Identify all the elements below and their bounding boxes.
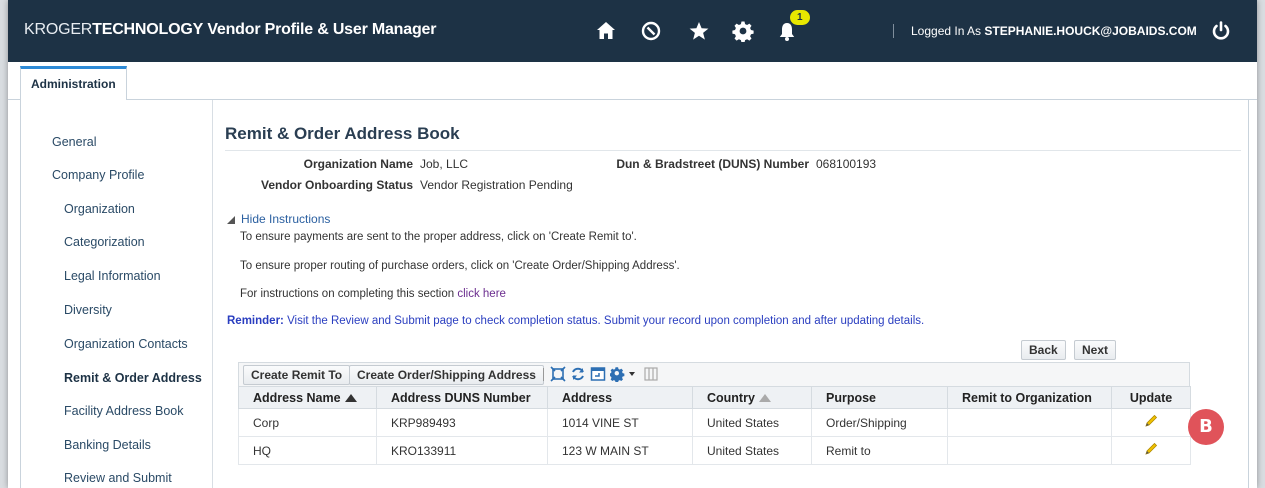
refresh-icon[interactable] (570, 366, 586, 382)
sort-ascending-icon[interactable] (758, 394, 771, 403)
pencil-icon[interactable] (1143, 413, 1159, 432)
cell-update (1111, 436, 1191, 465)
column-header-purpose[interactable]: Purpose (811, 386, 948, 409)
reminder-label: Reminder: (227, 315, 284, 327)
reminder-message: Visit the Review and Submit page to chec… (287, 315, 925, 327)
table-row[interactable]: HQ KRO133911 123 W MAIN ST United States… (238, 436, 1191, 465)
sidebar-item-facility-address-book[interactable]: Facility Address Book (64, 404, 184, 418)
cell-address-duns: KRO133911 (376, 436, 548, 465)
brand-title: KROGERTECHNOLOGY Vendor Profile & User M… (24, 21, 436, 39)
logged-in-prefix: Logged In As (911, 24, 982, 38)
column-header-address-duns[interactable]: Address DUNS Number (376, 386, 548, 409)
instruction-line-3: For instructions on completing this sect… (240, 288, 506, 300)
column-header-update: Update (1111, 386, 1191, 409)
sidebar-item-categorization[interactable]: Categorization (64, 235, 145, 249)
settings-icon[interactable] (609, 366, 636, 383)
cell-address-name: HQ (238, 436, 377, 465)
star-icon[interactable] (684, 16, 714, 46)
sidebar-item-company-profile[interactable]: Company Profile (52, 168, 144, 182)
tab-strip: Administration (8, 62, 1257, 101)
column-header-label: Address Name (253, 390, 341, 405)
column-header-address[interactable]: Address (547, 386, 693, 409)
duns-label: Dun & Bradstreet (DUNS) Number (616, 157, 809, 171)
org-name-value: Job, LLC (420, 157, 469, 171)
app-window: KROGERTECHNOLOGY Vendor Profile & User M… (8, 0, 1257, 488)
cell-country: United States (692, 408, 812, 437)
instruction-line-3-text: For instructions on completing this sect… (240, 288, 455, 300)
table-row[interactable]: Corp KRP989493 1014 VINE ST United State… (238, 408, 1191, 437)
sidebar-item-general[interactable]: General (52, 135, 96, 149)
power-icon[interactable] (1206, 16, 1236, 46)
cell-address-name: Corp (238, 408, 377, 437)
column-header-country[interactable]: Country (692, 386, 812, 409)
hide-instructions-label: Hide Instructions (241, 212, 331, 226)
column-header-address-name[interactable]: Address Name (238, 386, 377, 409)
page-title: Remit & Order Address Book (225, 124, 460, 143)
content-area: General Company Profile Organization Cat… (20, 100, 1249, 488)
sidebar-item-organization-contacts[interactable]: Organization Contacts (64, 337, 188, 351)
sidebar-item-banking-details[interactable]: Banking Details (64, 438, 151, 452)
cell-purpose: Order/Shipping (811, 408, 948, 437)
side-navigation: General Company Profile Organization Cat… (21, 100, 213, 488)
back-button[interactable]: Back (1021, 340, 1066, 360)
app-title: Vendor Profile & User Manager (207, 21, 437, 38)
detach-icon[interactable] (550, 366, 566, 382)
sort-ascending-icon[interactable] (344, 394, 357, 403)
logged-in-user: STEPHANIE.HOUCK@JOBAIDS.COM (984, 24, 1197, 38)
create-order-shipping-button[interactable]: Create Order/Shipping Address (349, 365, 544, 385)
next-button[interactable]: Next (1074, 340, 1117, 360)
instruction-line-1: To ensure payments are sent to the prope… (240, 231, 637, 243)
hide-instructions-toggle[interactable]: Hide Instructions (227, 212, 330, 226)
cell-remit-to-organization (947, 436, 1112, 465)
instruction-line-2: To ensure proper routing of purchase ord… (240, 260, 680, 272)
cell-address: 1014 VINE ST (547, 408, 693, 437)
cell-country: United States (692, 436, 812, 465)
toolbar-divider (543, 368, 544, 381)
create-remit-to-button[interactable]: Create Remit To (243, 365, 351, 385)
sidebar-item-legal-information[interactable]: Legal Information (64, 269, 161, 283)
sidebar-item-review-and-submit[interactable]: Review and Submit (64, 471, 172, 485)
gear-icon[interactable] (728, 16, 758, 46)
bell-icon[interactable]: 1 (772, 10, 810, 46)
collapse-triangle-icon (227, 215, 235, 224)
onboarding-status-value: Vendor Registration Pending (420, 178, 573, 192)
cell-address: 123 W MAIN ST (547, 436, 693, 465)
cell-purpose: Remit to (811, 436, 948, 465)
sidebar-item-diversity[interactable]: Diversity (64, 303, 112, 317)
logged-in-info: Logged In As STEPHANIE.HOUCK@JOBAIDS.COM (911, 24, 1197, 38)
home-icon[interactable] (591, 16, 621, 46)
address-table: Address Name Address DUNS Number Address… (238, 386, 1191, 465)
top-header: KROGERTECHNOLOGY Vendor Profile & User M… (8, 0, 1257, 62)
freeze-icon[interactable] (590, 366, 606, 382)
columns-icon[interactable] (643, 366, 659, 382)
tab-administration[interactable]: Administration (20, 66, 127, 101)
notification-badge: 1 (790, 10, 810, 25)
sidebar-item-organization[interactable]: Organization (64, 202, 135, 216)
table-header-row: Address Name Address DUNS Number Address… (238, 386, 1191, 409)
duns-value: 068100193 (816, 157, 877, 171)
brand-prefix: KROGER (24, 21, 93, 38)
compass-icon[interactable] (636, 16, 666, 46)
column-header-label: Country (707, 390, 755, 405)
reminder-text: Reminder: Visit the Review and Submit pa… (227, 315, 924, 327)
sidebar-item-remit-order-address[interactable]: Remit & Order Address (64, 371, 202, 385)
header-divider (893, 24, 894, 38)
cell-remit-to-organization (947, 408, 1112, 437)
main-panel: Remit & Order Address Book Organization … (213, 100, 1249, 488)
cell-update (1111, 408, 1191, 437)
cell-address-duns: KRP989493 (376, 408, 548, 437)
column-header-remit-to-organization[interactable]: Remit to Organization (947, 386, 1112, 409)
title-divider (225, 150, 1241, 151)
brand-bold: TECHNOLOGY (92, 21, 204, 38)
org-name-label: Organization Name (303, 157, 413, 171)
click-here-link[interactable]: click here (457, 288, 506, 300)
onboarding-status-label: Vendor Onboarding Status (260, 178, 413, 192)
table-toolbar: Create Remit To Create Order/Shipping Ad… (238, 362, 1190, 386)
callout-marker: B (1188, 409, 1224, 445)
pencil-icon[interactable] (1143, 441, 1159, 460)
